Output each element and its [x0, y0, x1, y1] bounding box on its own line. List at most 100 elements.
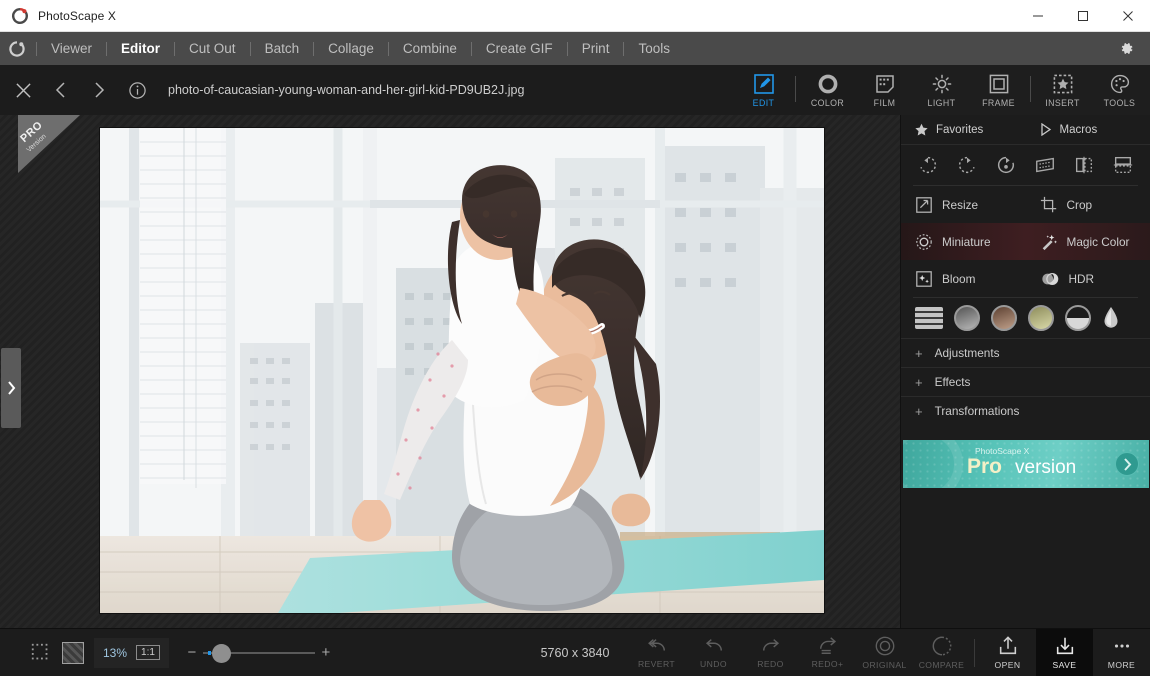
tab-tools-label: TOOLS — [1103, 97, 1136, 108]
tab-tools[interactable]: TOOLS — [1091, 65, 1148, 115]
tool-miniature[interactable]: Miniature — [901, 223, 1026, 260]
pro-version-banner[interactable]: PhotoScape X Pro version — [903, 440, 1149, 488]
plus-icon[interactable]: + — [315, 644, 337, 661]
canvas-area[interactable] — [0, 115, 900, 628]
left-panel-expand-handle[interactable] — [1, 348, 21, 428]
tab-color-label: COLOR — [810, 97, 845, 108]
undo-button[interactable]: UNDO — [685, 629, 742, 676]
tab-light[interactable]: LIGHT — [913, 65, 970, 115]
menu-item-print[interactable]: Print — [570, 32, 622, 65]
rotate-right-icon[interactable] — [952, 150, 982, 180]
tab-color[interactable]: COLOR — [799, 65, 856, 115]
accordion-transformations[interactable]: + Transformations — [901, 396, 1150, 425]
fit-screen-icon[interactable] — [26, 640, 56, 666]
filter-vignette-swatch[interactable] — [1065, 305, 1091, 331]
zoom-slider-track[interactable] — [202, 643, 315, 663]
magic-wand-icon — [1040, 233, 1058, 251]
main-menu-bar: Viewer Editor Cut Out Batch Collage Comb… — [0, 32, 1150, 65]
more-label: MORE — [1107, 660, 1136, 670]
filter-swatch-row — [901, 298, 1150, 338]
tab-insert-label: INSERT — [1045, 97, 1080, 108]
chevron-left-icon[interactable] — [46, 75, 76, 105]
edited-photo[interactable] — [100, 128, 824, 613]
tool-crop-label: Crop — [1066, 197, 1093, 212]
photoscape-mark-icon[interactable] — [0, 32, 34, 65]
macros-button[interactable]: Macros — [1026, 123, 1150, 136]
accordion-adjustments-label: Adjustments — [934, 346, 1000, 360]
filter-sepia-swatch[interactable] — [991, 305, 1017, 331]
play-triangle-icon — [1040, 123, 1052, 136]
tool-grid: Resize Crop Miniature Magic Color Bloom … — [901, 186, 1150, 297]
tool-bloom[interactable]: Bloom — [901, 260, 1026, 297]
flip-vertical-icon[interactable] — [1108, 150, 1138, 180]
tool-crop[interactable]: Crop — [1026, 186, 1150, 223]
open-label: OPEN — [994, 660, 1021, 670]
menu-item-editor[interactable]: Editor — [109, 32, 172, 65]
minimize-icon[interactable] — [1015, 0, 1060, 31]
zoom-slider[interactable]: − + — [181, 643, 337, 663]
menu-item-combine[interactable]: Combine — [391, 32, 469, 65]
info-icon[interactable] — [122, 75, 152, 105]
favorites-button[interactable]: Favorites — [901, 123, 1026, 136]
pro-banner-pro-text: Pro — [967, 455, 1003, 478]
tab-film-label: FILM — [873, 97, 896, 108]
tab-edit[interactable]: EDIT — [735, 65, 792, 115]
accordion-adjustments[interactable]: + Adjustments — [901, 338, 1150, 367]
accordion-transformations-label: Transformations — [934, 404, 1020, 418]
current-filename: photo-of-caucasian-young-woman-and-her-g… — [168, 83, 525, 97]
favorites-macros-row: Favorites Macros — [901, 115, 1150, 145]
tool-hdr[interactable]: HDR — [1026, 260, 1150, 297]
edit-mode-tabs: EDIT COLOR FILM LIGHT FRAME INSERT TOOLS — [735, 65, 1150, 115]
transparency-checker-icon[interactable] — [62, 641, 84, 664]
free-rotate-icon[interactable] — [991, 150, 1021, 180]
tool-magic-color[interactable]: Magic Color — [1026, 223, 1150, 260]
accordion-effects-label: Effects — [934, 375, 971, 389]
zoom-controls: 13% 1:1 − + — [0, 637, 337, 668]
right-tool-panel: Favorites Macros Resize Crop Miniature M… — [900, 115, 1150, 628]
tool-resize[interactable]: Resize — [901, 186, 1026, 223]
tab-frame[interactable]: FRAME — [970, 65, 1027, 115]
gear-icon[interactable] — [1102, 32, 1150, 65]
revert-button[interactable]: REVERT — [628, 629, 685, 676]
tab-film[interactable]: FILM — [856, 65, 913, 115]
redo-label: REDO — [757, 659, 784, 669]
close-icon[interactable] — [8, 75, 38, 105]
menu-item-collage[interactable]: Collage — [316, 32, 386, 65]
redo-plus-button[interactable]: REDO+ — [799, 629, 856, 676]
accordion-effects[interactable]: + Effects — [901, 367, 1150, 396]
save-button[interactable]: SAVE — [1036, 628, 1093, 676]
plus-icon: + — [915, 345, 923, 361]
menu-item-viewer[interactable]: Viewer — [39, 32, 104, 65]
chevron-right-icon[interactable] — [84, 75, 114, 105]
menu-item-batch[interactable]: Batch — [253, 32, 312, 65]
maximize-icon[interactable] — [1060, 0, 1105, 31]
more-button[interactable]: MORE — [1093, 629, 1150, 676]
menu-item-create-gif[interactable]: Create GIF — [474, 32, 565, 65]
filter-blur-drop-icon[interactable] — [1102, 305, 1120, 331]
open-button[interactable]: OPEN — [979, 629, 1036, 676]
filter-list-icon[interactable] — [915, 307, 943, 329]
rotate-left-icon[interactable] — [913, 150, 943, 180]
actual-size-button[interactable]: 1:1 — [136, 645, 160, 660]
compare-button[interactable]: COMPARE — [913, 629, 970, 676]
filter-grayscale-swatch[interactable] — [954, 305, 980, 331]
favorites-label: Favorites — [936, 123, 984, 136]
minus-icon[interactable]: − — [181, 644, 203, 661]
tab-insert[interactable]: INSERT — [1034, 65, 1091, 115]
miniature-icon — [915, 233, 933, 251]
menu-item-tools[interactable]: Tools — [626, 32, 682, 65]
chevron-right-circle-icon[interactable] — [1115, 452, 1139, 476]
redo-button[interactable]: REDO — [742, 629, 799, 676]
menu-item-cut-out[interactable]: Cut Out — [177, 32, 248, 65]
tab-edit-label: EDIT — [752, 97, 775, 108]
tool-magic-color-label: Magic Color — [1066, 234, 1130, 249]
close-icon[interactable] — [1105, 0, 1150, 31]
plus-icon: + — [915, 374, 923, 390]
zoom-slider-knob[interactable] — [211, 643, 231, 663]
original-button[interactable]: ORIGINAL — [856, 629, 913, 676]
skew-icon[interactable] — [1030, 150, 1060, 180]
flip-horizontal-icon[interactable] — [1069, 150, 1099, 180]
tool-row-1: Resize Crop — [901, 186, 1150, 223]
save-label: SAVE — [1052, 660, 1077, 670]
filter-vintage-swatch[interactable] — [1028, 305, 1054, 331]
